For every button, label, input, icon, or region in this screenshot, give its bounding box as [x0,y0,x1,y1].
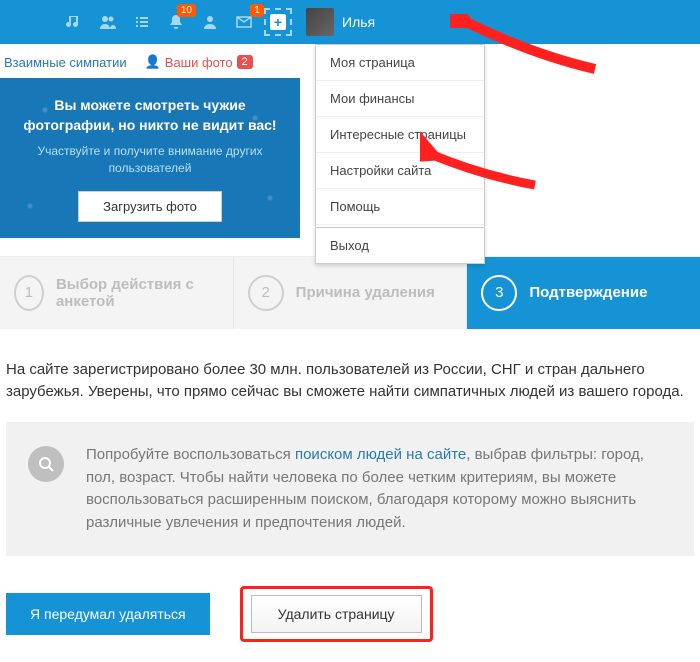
step-3: 3 Подтверждение [466,257,700,329]
list-icon[interactable] [128,8,156,36]
tab-your-photo-label: Ваши фото [165,55,233,70]
delete-page-button[interactable]: Удалить страницу [251,595,422,633]
search-link[interactable]: поиском людей на сайте [295,446,466,463]
steps: 1 Выбор действия с анкетой 2 Причина уда… [0,256,700,329]
search-hint: Попробуйте воспользоваться поиском людей… [6,422,694,556]
step-2-label: Причина удаления [296,284,435,301]
cancel-delete-button[interactable]: Я передумал удаляться [6,593,210,635]
menu-finances[interactable]: Мои финансы [316,81,484,117]
people-icon[interactable] [94,8,122,36]
hint-text-before: Попробуйте воспользоваться [86,446,295,463]
search-icon [28,446,64,482]
music-icon[interactable] [60,8,88,36]
step-3-label: Подтверждение [529,284,647,301]
plus-icon: + [270,14,286,30]
delete-highlight: Удалить страницу [240,586,433,642]
promo-subtitle: Участвуйте и получите внимание других по… [16,143,284,177]
action-buttons: Я передумал удаляться Удалить страницу [0,586,700,662]
user-name[interactable]: Илья [342,14,375,30]
person-icon: 👤 [145,54,161,70]
photo-count-badge: 2 [237,55,253,69]
avatar[interactable] [306,8,334,36]
top-bar: 10 1 + Илья Моя страница Мои финансы Инт… [0,0,700,44]
menu-interesting[interactable]: Интересные страницы [316,117,484,153]
user-dropdown: Моя страница Мои финансы Интересные стра… [315,44,485,264]
messages-icon[interactable]: 1 [230,8,258,36]
step-1-number: 1 [14,275,44,311]
notification-icon[interactable]: 10 [162,8,190,36]
menu-settings[interactable]: Настройки сайта [316,153,484,189]
messages-badge: 1 [250,4,264,17]
add-button[interactable]: + [264,8,292,36]
tab-your-photo[interactable]: 👤 Ваши фото 2 [145,54,253,70]
promo-title: Вы можете смотреть чужие фотографии, но … [16,96,284,135]
menu-logout[interactable]: Выход [316,227,484,263]
tab-mutual[interactable]: Взаимные симпатии [4,55,127,70]
friends-icon[interactable] [196,8,224,36]
chevron-down-icon[interactable] [455,19,465,25]
step-1-label: Выбор действия с анкетой [56,276,219,310]
menu-help[interactable]: Помощь [316,189,484,225]
upload-photo-button[interactable]: Загрузить фото [78,191,222,222]
notification-badge: 10 [177,4,196,17]
step-1: 1 Выбор действия с анкетой [0,257,233,329]
step-2-number: 2 [248,275,284,311]
step-2: 2 Причина удаления [233,257,467,329]
step-3-number: 3 [481,275,517,311]
promo-card: Вы можете смотреть чужие фотографии, но … [0,78,300,238]
confirmation-text: На сайте зарегистрировано более 30 млн. … [0,329,700,423]
menu-my-page[interactable]: Моя страница [316,45,484,81]
